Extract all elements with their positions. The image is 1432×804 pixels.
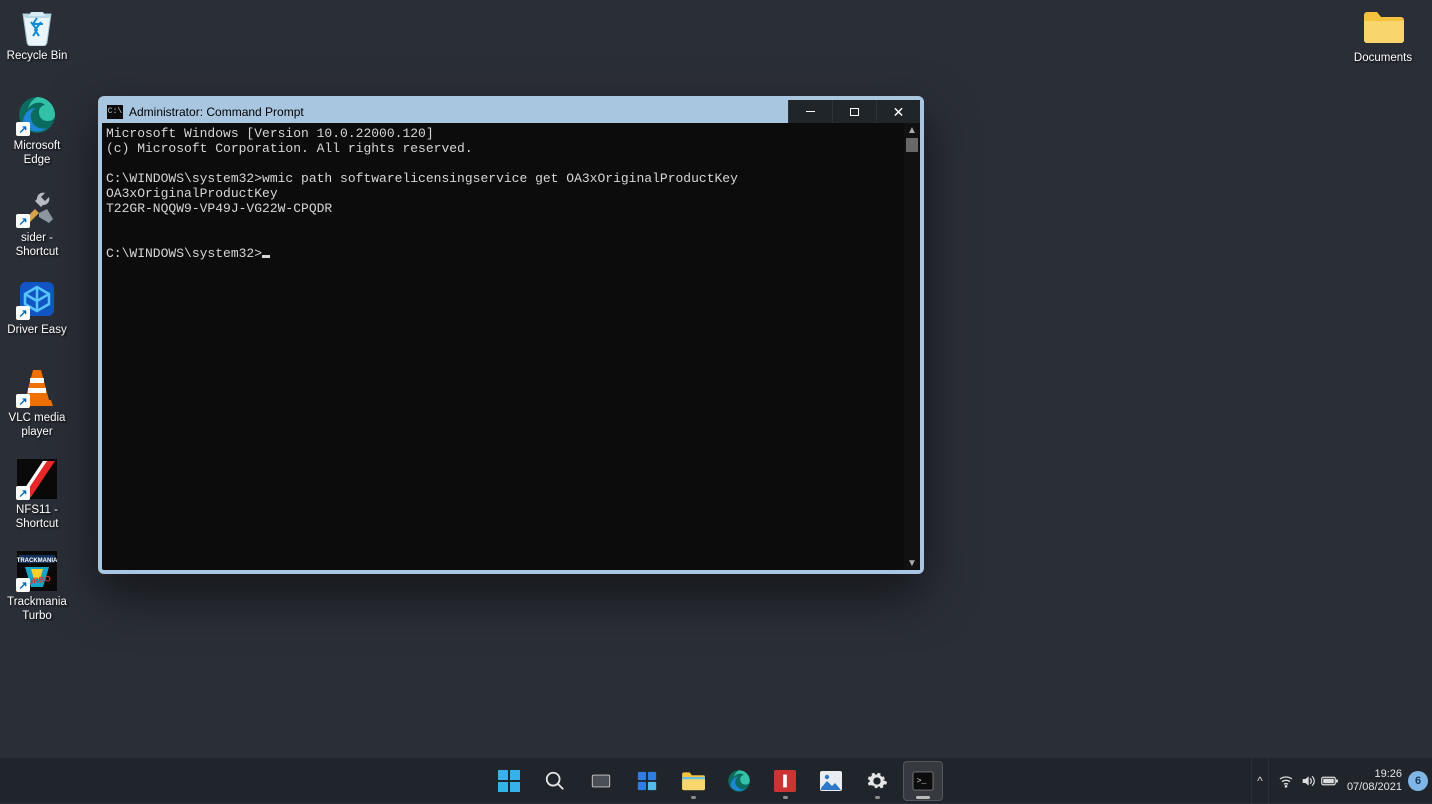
folder-icon bbox=[1362, 6, 1404, 48]
terminal-cursor bbox=[262, 255, 270, 258]
search-button[interactable] bbox=[535, 761, 575, 801]
widgets-button[interactable] bbox=[627, 761, 667, 801]
nfs11-icon: ↗ bbox=[16, 458, 58, 500]
desktop-icon-label: Trackmania Turbo bbox=[0, 595, 74, 623]
desktop-icon-recycle-bin[interactable]: Recycle Bin bbox=[0, 4, 74, 63]
scroll-up-icon[interactable]: ▲ bbox=[904, 123, 920, 137]
edge-icon: ↗ bbox=[16, 94, 58, 136]
vlc-icon: ↗ bbox=[16, 366, 58, 408]
wifi-icon[interactable] bbox=[1275, 758, 1297, 804]
command-prompt-window[interactable]: C:\ Administrator: Command Prompt ✕ Micr… bbox=[98, 96, 924, 574]
taskbar-settings[interactable] bbox=[857, 761, 897, 801]
desktop-icon-microsoft-edge[interactable]: ↗ Microsoft Edge bbox=[0, 94, 74, 167]
taskbar-center: >_ bbox=[489, 761, 943, 801]
desktop-icon-label: VLC media player bbox=[0, 411, 74, 439]
svg-text:TRACKMANIA: TRACKMANIA bbox=[17, 558, 57, 564]
tools-icon: ↗ bbox=[16, 186, 58, 228]
clock-time: 19:26 bbox=[1347, 768, 1402, 781]
tray-overflow-button[interactable]: ^ bbox=[1251, 758, 1269, 804]
minimize-button[interactable] bbox=[788, 100, 832, 123]
task-view-button[interactable] bbox=[581, 761, 621, 801]
cmd-title-icon: C:\ bbox=[107, 105, 123, 119]
taskbar-file-explorer[interactable] bbox=[673, 761, 713, 801]
start-button[interactable] bbox=[489, 761, 529, 801]
window-titlebar[interactable]: C:\ Administrator: Command Prompt ✕ bbox=[102, 100, 920, 123]
taskbar-photos[interactable] bbox=[811, 761, 851, 801]
desktop-icon-label: Driver Easy bbox=[0, 323, 74, 337]
trackmania-icon: TRACKMANIATURBO ↗ bbox=[16, 550, 58, 592]
taskbar-red-app[interactable] bbox=[765, 761, 805, 801]
notification-badge[interactable]: 6 bbox=[1408, 771, 1428, 791]
scrollbar[interactable]: ▲ ▼ bbox=[904, 123, 920, 570]
maximize-button[interactable] bbox=[832, 100, 876, 123]
recycle-bin-icon bbox=[16, 4, 58, 46]
clock-date: 07/08/2021 bbox=[1347, 781, 1402, 794]
volume-icon[interactable] bbox=[1297, 758, 1319, 804]
desktop-icon-sider[interactable]: ↗ sider - Shortcut bbox=[0, 186, 74, 259]
desktop-icon-label: Microsoft Edge bbox=[0, 139, 74, 167]
system-tray: ^ 19:26 07/08/2021 6 bbox=[1251, 758, 1432, 803]
desktop-icon-vlc[interactable]: ↗ VLC media player bbox=[0, 366, 74, 439]
close-button[interactable]: ✕ bbox=[876, 100, 920, 123]
desktop-icon-driver-easy[interactable]: ↗ Driver Easy bbox=[0, 278, 74, 337]
driver-easy-icon: ↗ bbox=[16, 278, 58, 320]
desktop-icon-label: Documents bbox=[1346, 51, 1420, 65]
taskbar-edge[interactable] bbox=[719, 761, 759, 801]
terminal-output[interactable]: Microsoft Windows [Version 10.0.22000.12… bbox=[102, 123, 904, 570]
svg-text:>_: >_ bbox=[917, 776, 927, 785]
taskbar: >_ ^ 19:26 07/08/2021 6 bbox=[0, 757, 1432, 803]
desktop-icon-label: Recycle Bin bbox=[0, 49, 74, 63]
desktop-icon-nfs11[interactable]: ↗ NFS11 - Shortcut bbox=[0, 458, 74, 531]
battery-icon[interactable] bbox=[1319, 758, 1341, 804]
scroll-thumb[interactable] bbox=[906, 138, 918, 152]
scroll-down-icon[interactable]: ▼ bbox=[904, 556, 920, 570]
window-title: Administrator: Command Prompt bbox=[129, 105, 304, 119]
taskbar-command-prompt[interactable]: >_ bbox=[903, 761, 943, 801]
desktop-icon-label: sider - Shortcut bbox=[0, 231, 74, 259]
desktop-icon-label: NFS11 - Shortcut bbox=[0, 503, 74, 531]
desktop-icon-trackmania[interactable]: TRACKMANIATURBO ↗ Trackmania Turbo bbox=[0, 550, 74, 623]
taskbar-clock[interactable]: 19:26 07/08/2021 bbox=[1347, 768, 1402, 794]
desktop-icon-documents[interactable]: Documents bbox=[1346, 6, 1420, 65]
